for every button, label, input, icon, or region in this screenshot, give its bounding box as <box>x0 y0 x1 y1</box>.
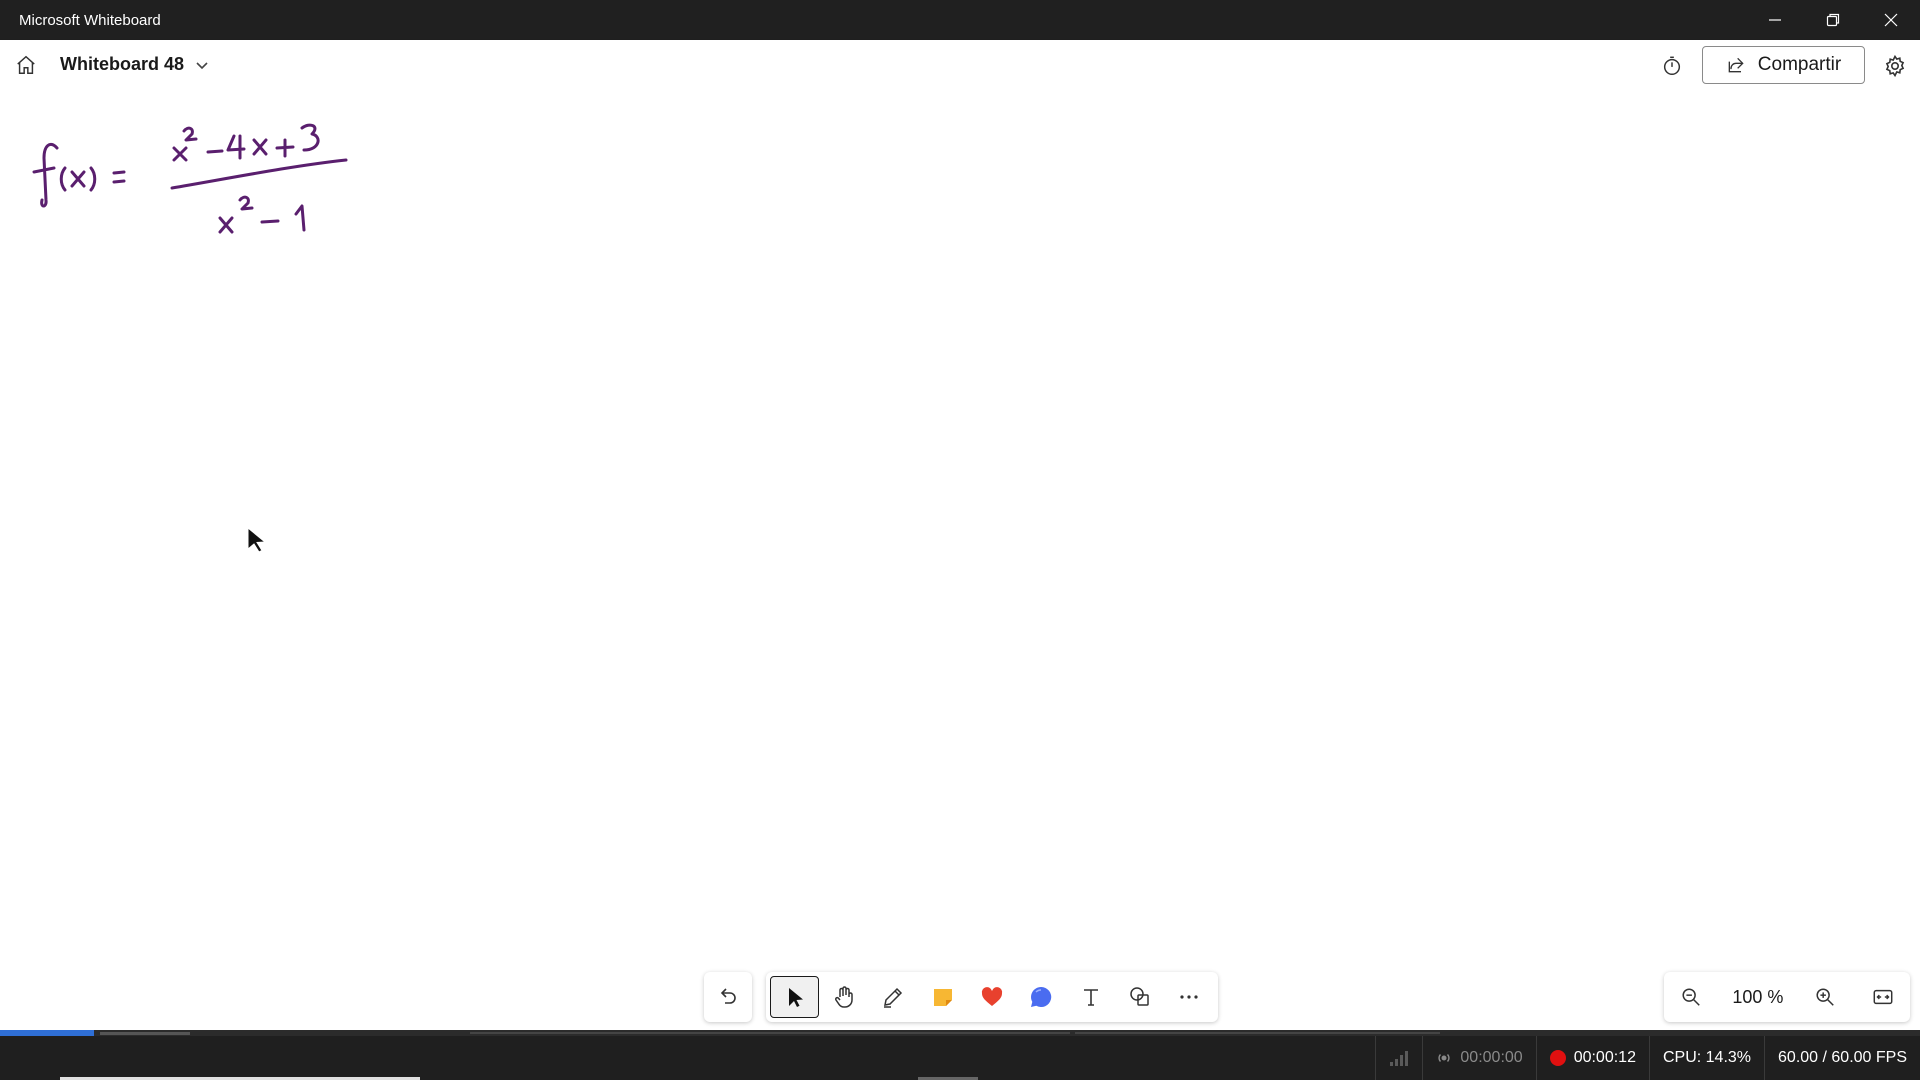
pen-icon <box>884 987 903 1008</box>
share-icon <box>1728 57 1744 73</box>
sticky-note-tool[interactable] <box>918 976 967 1018</box>
close-icon <box>1884 13 1898 27</box>
settings-button[interactable] <box>1881 52 1909 80</box>
more-tools-button[interactable] <box>1165 976 1214 1018</box>
hand-icon <box>835 986 853 1008</box>
stream-time: 00:00:00 <box>1460 1049 1523 1066</box>
fit-to-screen-button[interactable] <box>1866 980 1900 1014</box>
speech-bubble-icon <box>1031 986 1052 1007</box>
board-name: Whiteboard 48 <box>60 54 185 74</box>
undo-button[interactable] <box>704 976 752 1018</box>
mouse-cursor-icon <box>247 527 267 553</box>
handwritten-equation-ink <box>32 123 348 234</box>
zoom-out-button[interactable] <box>1674 980 1708 1014</box>
timer-button[interactable] <box>1658 52 1686 80</box>
minimize-button[interactable] <box>1746 0 1804 40</box>
heart-icon <box>981 987 1003 1006</box>
fps-counter: 60.00 / 60.00 FPS <box>1764 1036 1920 1080</box>
zoom-level: 100 % <box>1732 986 1784 1007</box>
reactions-tool[interactable] <box>967 976 1016 1018</box>
cpu-usage: CPU: 14.3% <box>1648 1036 1764 1080</box>
undo-icon <box>720 988 736 1004</box>
undo-toolbar <box>704 972 752 1022</box>
text-tool[interactable] <box>1066 976 1115 1018</box>
pointer-icon <box>788 988 803 1007</box>
gear-icon <box>1885 54 1905 78</box>
record-dot-icon <box>1549 1050 1566 1066</box>
window-controls <box>1746 0 1920 40</box>
home-icon <box>17 55 35 74</box>
sticky-note-icon <box>933 989 952 1006</box>
zoom-toolbar: 100 % <box>1664 972 1910 1022</box>
home-button[interactable] <box>12 51 40 79</box>
select-tool[interactable] <box>770 976 820 1018</box>
pan-tool[interactable] <box>819 976 868 1018</box>
window-title: Microsoft Whiteboard <box>19 11 161 29</box>
more-icon <box>1180 995 1198 999</box>
shapes-icon <box>1130 987 1149 1006</box>
text-icon <box>1083 989 1098 1006</box>
timer-icon <box>1663 56 1681 75</box>
status-items: 00:00:00 00:00:12 CPU: 14.3% 60.00 / 60.… <box>1375 1036 1920 1080</box>
creation-toolbar <box>766 972 1218 1022</box>
share-button[interactable]: Compartir <box>1702 46 1865 84</box>
chevron-down-icon <box>196 61 208 69</box>
restore-icon <box>1826 13 1840 27</box>
signal-indicator <box>1375 1036 1422 1080</box>
close-button[interactable] <box>1862 0 1920 40</box>
taskbar-segment <box>470 1032 1070 1034</box>
fps-text: 60.00 / 60.00 FPS <box>1778 1049 1907 1066</box>
zoom-in-button[interactable] <box>1808 980 1842 1014</box>
title-bar: Microsoft Whiteboard <box>0 0 1920 40</box>
minimize-icon <box>1769 19 1781 21</box>
share-label: Compartir <box>1757 54 1842 75</box>
record-status: 00:00:12 <box>1535 1036 1649 1080</box>
whiteboard-canvas[interactable] <box>0 90 1920 1030</box>
shapes-tool[interactable] <box>1115 976 1164 1018</box>
recorder-status-bar: 00:00:00 00:00:12 CPU: 14.3% 60.00 / 60.… <box>0 1036 1920 1080</box>
taskbar-segment <box>1075 1032 1440 1034</box>
record-time: 00:00:12 <box>1573 1049 1636 1066</box>
board-name-dropdown[interactable]: Whiteboard 48 <box>60 54 210 75</box>
zoom-out-icon <box>1682 988 1700 1006</box>
taskbar-segment <box>100 1032 190 1035</box>
signal-bars-icon <box>1390 1051 1409 1066</box>
broadcast-icon <box>1438 1054 1450 1062</box>
comment-tool[interactable] <box>1017 976 1066 1018</box>
stream-status: 00:00:00 <box>1422 1036 1535 1080</box>
app-bar: Whiteboard 48 Compartir <box>0 40 1920 90</box>
cpu-text: CPU: 14.3% <box>1662 1049 1752 1066</box>
fit-screen-icon <box>1873 989 1893 1005</box>
zoom-in-icon <box>1816 988 1834 1006</box>
pen-tool[interactable] <box>869 976 918 1018</box>
restore-button[interactable] <box>1804 0 1862 40</box>
